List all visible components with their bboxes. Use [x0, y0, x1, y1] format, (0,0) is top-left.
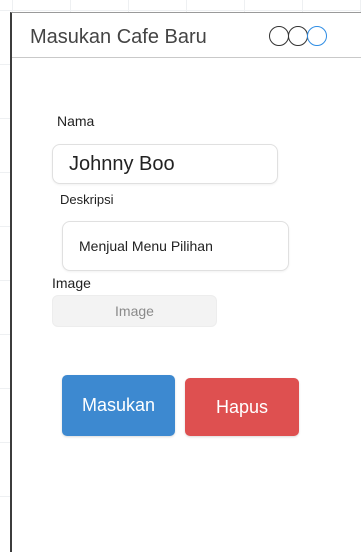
minimize-circle-icon[interactable] [288, 26, 308, 46]
submit-button[interactable]: Masukan [62, 375, 175, 436]
title-bar: Masukan Cafe Baru [12, 13, 361, 58]
delete-button[interactable]: Hapus [185, 378, 299, 436]
image-placeholder: Image [115, 303, 154, 319]
description-label: Deskripsi [60, 192, 114, 207]
close-circle-icon[interactable] [269, 26, 289, 46]
name-label: Nama [57, 113, 95, 129]
maximize-circle-icon[interactable] [307, 26, 327, 46]
delete-button-label: Hapus [215, 396, 269, 417]
name-field[interactable]: Johnny Boo [52, 144, 278, 184]
description-field[interactable]: Menjual Menu Pilihan [62, 221, 289, 271]
dialog-window: Masukan Cafe Baru Nama Johnny Boo Deskri… [10, 12, 361, 552]
image-upload-field[interactable]: Image [52, 295, 217, 327]
window-title: Masukan Cafe Baru [30, 26, 207, 48]
description-value: Menjual Menu Pilihan [79, 238, 213, 254]
image-label: Image [52, 275, 91, 291]
name-value: Johnny Boo [69, 152, 175, 175]
window-controls [269, 26, 327, 46]
submit-button-label: Masukan [81, 395, 156, 415]
